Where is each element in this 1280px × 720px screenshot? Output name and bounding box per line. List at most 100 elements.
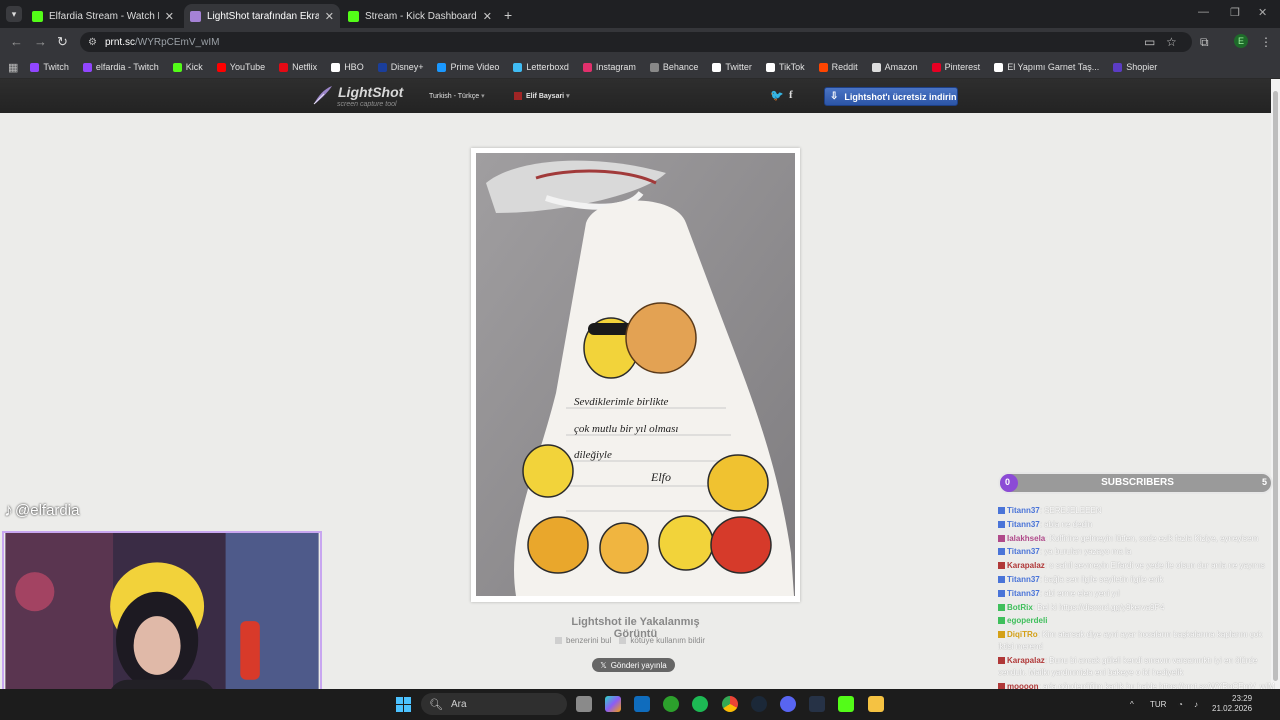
chat-badge-icon xyxy=(998,520,1005,528)
bookmark-favicon-icon xyxy=(871,62,881,72)
bookmark-item[interactable]: Netflix xyxy=(279,62,317,72)
bookmark-item[interactable]: Pinterest xyxy=(931,62,980,72)
bookmark-item[interactable]: Amazon xyxy=(871,62,918,72)
back-arrow-icon[interactable]: ← xyxy=(10,34,23,49)
bookmark-item[interactable]: Instagram xyxy=(582,62,636,72)
image-links: benzerini bul kötüye kullanım bildir xyxy=(555,636,705,645)
close-icon[interactable]: ✕ xyxy=(165,10,174,23)
task-view-icon[interactable] xyxy=(576,696,592,712)
minimize-button[interactable]: — xyxy=(1198,6,1209,18)
site-info-icon[interactable]: ⚙ xyxy=(88,37,97,48)
bookmark-item[interactable]: TikTok xyxy=(765,62,805,72)
tab-kick-dashboard[interactable]: Stream - Kick Dashboard ✕ xyxy=(342,4,498,28)
bookmark-favicon-icon xyxy=(331,62,341,72)
outlook-icon[interactable] xyxy=(634,696,650,712)
report-abuse-link[interactable]: kötüye kullanım bildir xyxy=(630,636,705,645)
xbox-icon[interactable] xyxy=(663,696,679,712)
chat-username: Karapalaz xyxy=(1007,561,1045,571)
lightshot-logo[interactable]: LightShot xyxy=(338,84,403,100)
tiktok-icon: ♪ xyxy=(4,500,13,520)
chat-message: DiqiTRo: Kim atarsak diye ayni ayar hoca… xyxy=(998,629,1278,653)
system-clock[interactable]: 23:29 21.02.2026 xyxy=(1212,694,1252,714)
chrome-icon[interactable] xyxy=(722,696,738,712)
reload-icon[interactable]: ↻ xyxy=(57,34,68,50)
bookmark-item[interactable]: El Yapımı Garnet Taş... xyxy=(994,62,1099,72)
tab-title: Stream - Kick Dashboard xyxy=(365,10,477,22)
bookmark-favicon-icon xyxy=(712,62,722,72)
tray-chevron-icon[interactable]: ^ xyxy=(1130,700,1134,709)
language-selector[interactable]: Turkish - Türkçe ▾ xyxy=(429,92,485,100)
find-similar-link[interactable]: benzerini bul xyxy=(566,636,611,645)
close-icon[interactable]: ✕ xyxy=(325,10,334,23)
chat-text: : Bel ki https://discord.gg/y9kerva9P4 xyxy=(1032,602,1165,612)
cast-icon[interactable]: ▭ xyxy=(1144,35,1155,49)
windows-start-icon[interactable] xyxy=(396,697,411,712)
subscriber-goal-bar: 0 SUBSCRIBERS 5 xyxy=(998,472,1273,494)
discord-icon[interactable] xyxy=(780,696,796,712)
bookmark-item[interactable]: HBO xyxy=(331,62,364,72)
subscriber-goal: 5 xyxy=(1261,477,1267,487)
bookmark-item[interactable]: Letterboxd xyxy=(513,62,569,72)
menu-icon[interactable]: ⋮ xyxy=(1260,35,1272,49)
language-indicator[interactable]: TUR xyxy=(1150,700,1166,709)
chat-text: : SEREJELEEEN xyxy=(1039,506,1102,515)
bookmark-list: Twitch elfardia - Twitch Kick YouTube Netfli… xyxy=(30,62,1171,72)
taskbar-search[interactable]: 🔍︎ Ara xyxy=(421,693,567,715)
profile-avatar[interactable]: E xyxy=(1234,34,1248,48)
bookmark-item[interactable]: Twitter xyxy=(712,62,752,72)
bookmark-favicon-icon xyxy=(437,62,447,72)
chat-username: Titann37 xyxy=(1007,547,1040,557)
chat-username: Titann37 xyxy=(1007,588,1040,598)
apps-grid-icon[interactable]: ▦ xyxy=(8,61,18,74)
spotify-icon[interactable] xyxy=(692,696,708,712)
bookmark-item[interactable]: Behance xyxy=(649,62,698,72)
chat-message: lalakhsela: Kolfirine gelmeyin lütfen, c… xyxy=(998,533,1278,545)
bookmark-label: Letterboxd xyxy=(526,62,569,72)
bookmark-item[interactable]: YouTube xyxy=(216,62,266,72)
bookmark-label: YouTube xyxy=(229,62,266,72)
screenshot-image[interactable]: Sevdiklerimle birlikte çok mutlu bir yıl… xyxy=(476,153,795,596)
chat-username: Karapalaz xyxy=(1007,655,1045,665)
extensions-icon[interactable]: ⧉ xyxy=(1200,35,1209,50)
bookmark-item[interactable]: Kick xyxy=(172,62,203,72)
share-on-x-button[interactable]: 𝕏 Gönderi yayınla xyxy=(592,658,675,672)
bookmark-star-icon[interactable]: ☆ xyxy=(1166,35,1177,49)
download-button[interactable]: ⇩ Lightshot'ı ücretsiz indirin xyxy=(824,87,958,106)
chat-message: Titann37: abi erme elen yeni yıl xyxy=(998,588,1278,600)
close-icon[interactable]: ✕ xyxy=(483,10,492,23)
bookmark-item[interactable]: Prime Video xyxy=(437,62,499,72)
copilot-icon[interactable] xyxy=(605,696,621,712)
user-menu[interactable]: Elif Baysari ▾ xyxy=(514,92,570,100)
bookmark-item[interactable]: Reddit xyxy=(818,62,858,72)
chat-username: DiqiTRo xyxy=(1007,630,1038,640)
kick-app-icon[interactable] xyxy=(838,696,854,712)
steam-icon[interactable] xyxy=(751,696,767,712)
chat-text: : Kim atarsak diye ayni ayar hocaların b… xyxy=(998,630,1263,652)
facebook-icon[interactable]: f xyxy=(789,89,793,101)
new-tab-button[interactable]: + xyxy=(504,7,512,23)
bookmarks-bar: ▦ Twitch elfardia - Twitch Kick YouTube Netf… xyxy=(0,56,1280,79)
file-explorer-icon[interactable] xyxy=(868,696,884,712)
note-signature: Elfo xyxy=(650,470,671,484)
bookmark-item[interactable]: Disney+ xyxy=(377,62,423,72)
tab-elfardia-stream[interactable]: Elfardia Stream - Watch Live on ✕ xyxy=(26,4,180,28)
tab-search-button[interactable]: ▾ xyxy=(6,6,22,22)
chat-text: : o sahil sevmeyin Elfardi ve yede ile o… xyxy=(1044,561,1265,571)
network-icon[interactable]: ◔ xyxy=(1178,700,1183,709)
bookmark-item[interactable]: Shopier xyxy=(1113,62,1157,72)
chat-message: Titann37: abla ne dedin xyxy=(998,519,1278,531)
bookmark-label: Shopier xyxy=(1126,62,1158,72)
twitter-icon[interactable]: 🐦 xyxy=(770,89,784,102)
address-bar[interactable]: ⚙ prnt.sc/WYRpCEmV_wIM xyxy=(80,32,1192,52)
maximize-button[interactable]: ❐ xyxy=(1230,6,1240,19)
tab-lightshot[interactable]: LightShot tarafından Ekran Gör ✕ xyxy=(184,4,340,28)
forward-arrow-icon[interactable]: → xyxy=(34,34,47,49)
bookmark-item[interactable]: Twitch xyxy=(30,62,69,72)
bookmark-item[interactable]: elfardia - Twitch xyxy=(82,62,159,72)
volume-icon[interactable]: ♪ xyxy=(1194,700,1198,709)
chat-badge-icon xyxy=(998,534,1005,542)
steam-app-icon[interactable] xyxy=(809,696,825,712)
bookmark-favicon-icon xyxy=(377,62,387,72)
close-window-button[interactable]: ✕ xyxy=(1258,6,1267,19)
chat-badge-icon xyxy=(998,631,1005,639)
